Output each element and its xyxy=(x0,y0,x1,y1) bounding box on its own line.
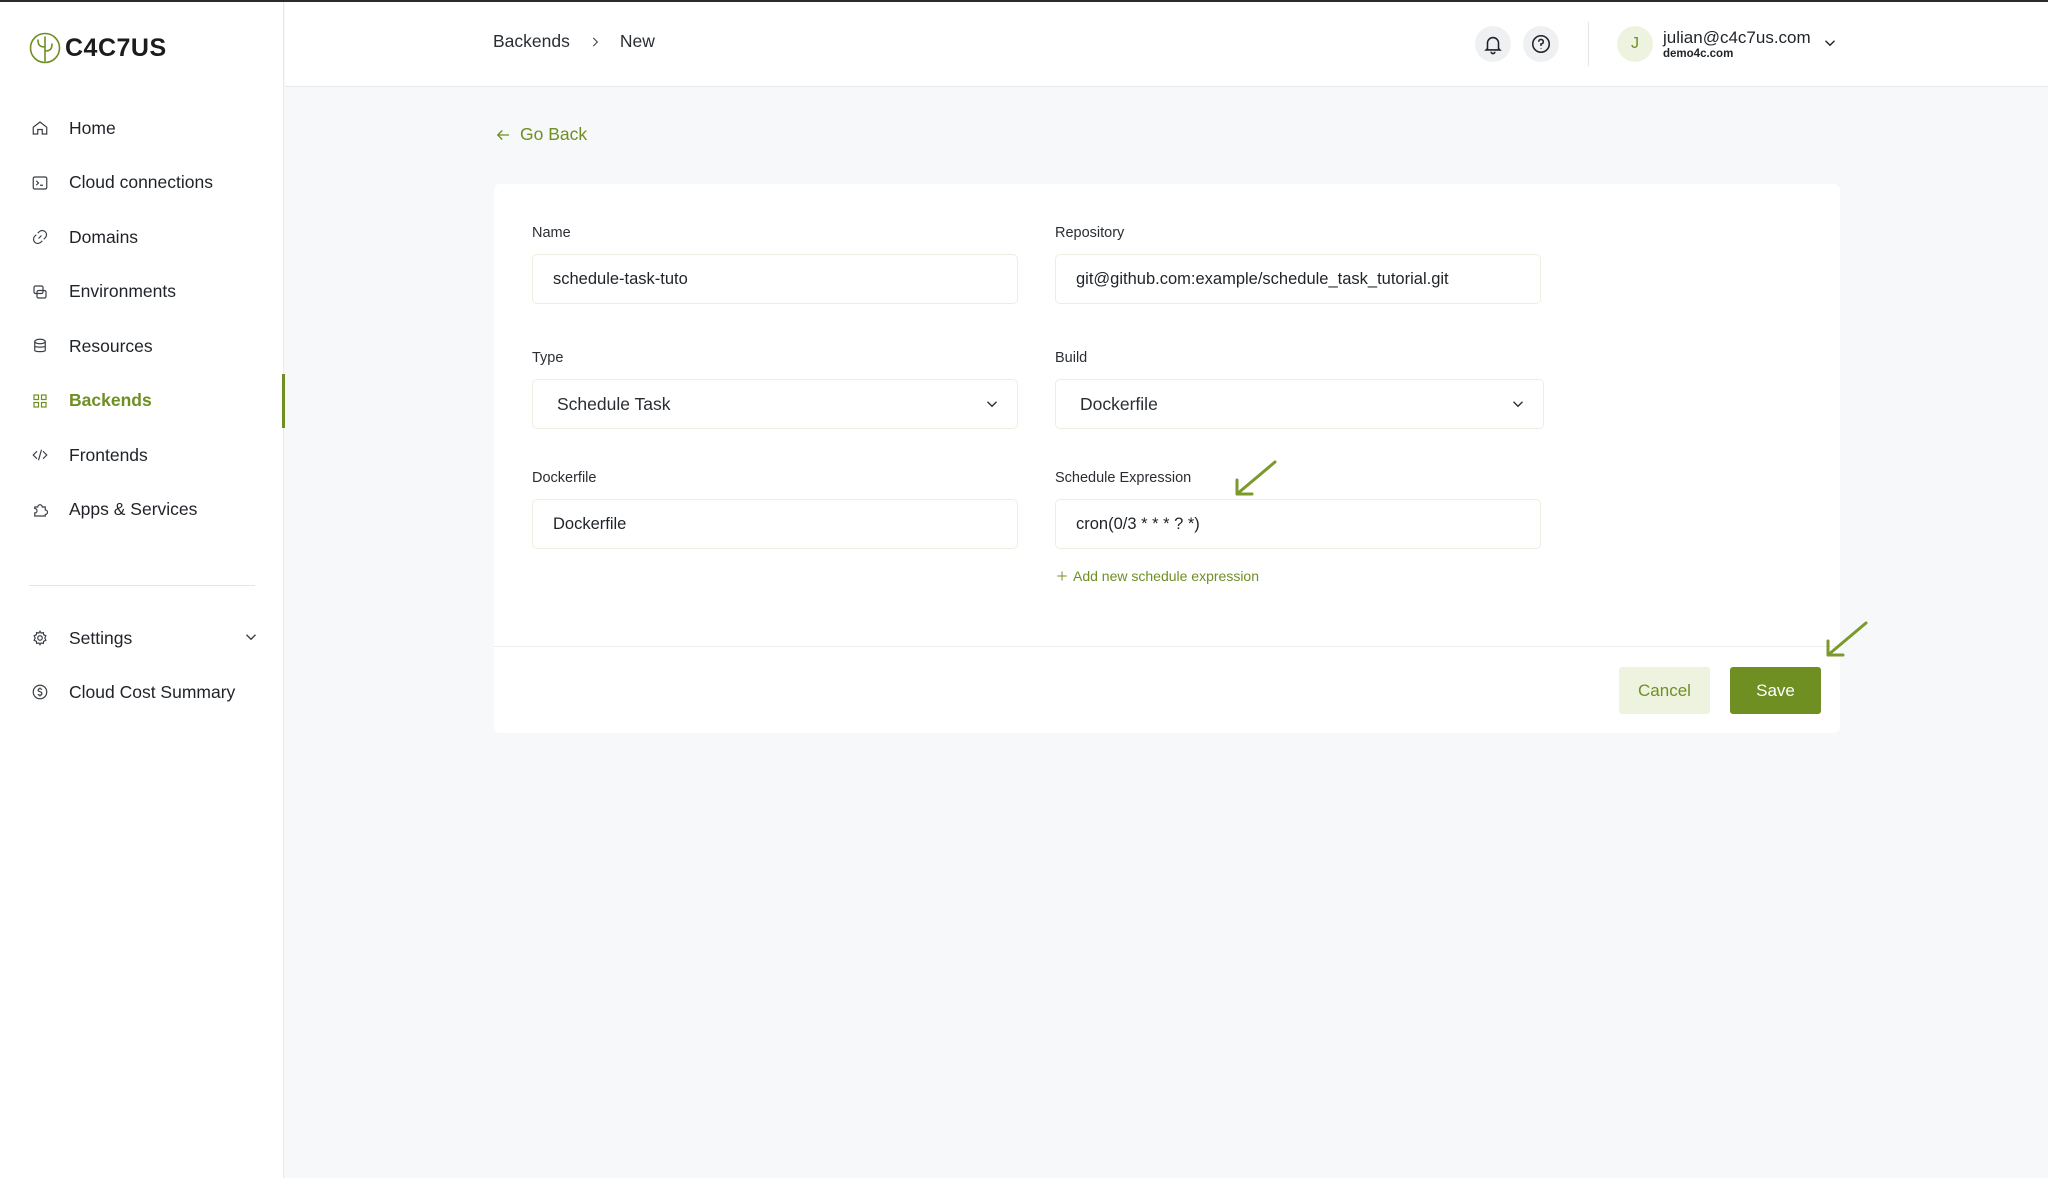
name-label: Name xyxy=(532,225,571,241)
dockerfile-label: Dockerfile xyxy=(532,470,597,486)
link-icon xyxy=(30,227,50,247)
annotation-arrow-icon xyxy=(1231,458,1279,505)
sidebar-item-label: Cloud connections xyxy=(69,172,213,193)
add-schedule-expression-link[interactable]: Add new schedule expression xyxy=(1055,568,1259,584)
home-icon xyxy=(30,118,50,138)
sidebar-nav: Home Cloud connections Domains Environme… xyxy=(0,101,285,538)
build-label: Build xyxy=(1055,350,1088,366)
add-schedule-expression-label: Add new schedule expression xyxy=(1073,568,1260,584)
schedule-expression-input[interactable] xyxy=(1055,499,1541,549)
sidebar-item-apps-services[interactable]: Apps & Services xyxy=(0,483,284,538)
sidebar-secondary-nav: Settings Cloud Cost Summary xyxy=(0,611,284,719)
type-label: Type xyxy=(532,350,564,366)
sidebar-item-label: Environments xyxy=(69,281,176,302)
user-email: julian@c4c7us.com xyxy=(1663,28,1811,47)
chevron-down-icon xyxy=(1509,395,1529,415)
sidebar-item-label: Backends xyxy=(69,390,152,411)
notifications-button[interactable] xyxy=(1475,26,1511,62)
gear-icon xyxy=(30,628,50,648)
type-select[interactable]: Schedule Task xyxy=(532,379,1018,429)
chevron-down-icon[interactable] xyxy=(1821,34,1841,54)
build-select-value: Dockerfile xyxy=(1080,393,1158,414)
annotation-arrow-icon xyxy=(1822,619,1870,666)
build-select[interactable]: Dockerfile xyxy=(1055,379,1544,429)
cancel-button[interactable]: Cancel xyxy=(1619,667,1710,714)
code-icon xyxy=(30,445,50,465)
card-footer-divider xyxy=(494,646,1840,647)
sidebar-divider xyxy=(29,585,255,586)
environments-icon xyxy=(30,282,50,302)
arrow-left-icon xyxy=(496,129,509,140)
sidebar-item-cloud-cost-summary[interactable]: Cloud Cost Summary xyxy=(0,665,284,719)
go-back-link[interactable]: Go Back xyxy=(494,124,587,145)
repository-input[interactable] xyxy=(1055,254,1541,304)
sidebar-item-resources[interactable]: Resources xyxy=(0,319,284,374)
name-input[interactable] xyxy=(532,254,1018,304)
logo[interactable]: C4C7US xyxy=(28,30,167,66)
puzzle-icon xyxy=(30,500,50,520)
chevron-down-icon xyxy=(983,395,1003,415)
database-icon xyxy=(30,336,50,356)
sidebar-item-frontends[interactable]: Frontends xyxy=(0,428,284,483)
sidebar-item-label: Apps & Services xyxy=(69,499,198,520)
logo-text: C4C7US xyxy=(65,33,167,62)
question-circle-icon xyxy=(1531,34,1551,54)
sidebar-item-home[interactable]: Home xyxy=(0,101,284,156)
go-back-label: Go Back xyxy=(520,124,588,144)
backend-form-card: Name Repository Type Schedule Task Build… xyxy=(494,184,1868,733)
schedule-expression-label: Schedule Expression xyxy=(1055,470,1192,486)
bell-icon xyxy=(1484,36,1502,55)
type-select-value: Schedule Task xyxy=(557,393,671,414)
breadcrumb-backends[interactable]: Backends xyxy=(493,31,570,52)
chevron-down-icon[interactable] xyxy=(242,628,262,648)
repository-label: Repository xyxy=(1055,225,1125,241)
sidebar-item-environments[interactable]: Environments xyxy=(0,265,284,320)
dollar-circle-icon xyxy=(30,682,50,702)
header-divider xyxy=(1588,22,1589,66)
dockerfile-input[interactable] xyxy=(532,499,1018,549)
chevron-right-icon xyxy=(586,33,604,51)
sidebar-item-backends[interactable]: Backends xyxy=(0,373,285,429)
avatar[interactable]: J xyxy=(1617,26,1653,62)
sidebar-item-cloud-connections[interactable]: Cloud connections xyxy=(0,156,284,211)
sidebar-item-label: Settings xyxy=(69,627,133,648)
sidebar-item-label: Domains xyxy=(69,226,139,247)
top-header: Backends New J julian@c4c7us.com demo4c.… xyxy=(285,2,2048,87)
save-button[interactable]: Save xyxy=(1730,667,1821,714)
help-button[interactable] xyxy=(1523,26,1559,62)
user-organization: demo4c.com xyxy=(1663,48,1734,60)
terminal-icon xyxy=(30,173,50,193)
breadcrumb-new: New xyxy=(619,31,655,51)
sidebar-item-label: Resources xyxy=(69,335,153,356)
sidebar-item-label: Home xyxy=(69,117,116,138)
sidebar-item-label: Cloud Cost Summary xyxy=(69,681,236,702)
sidebar: C4C7US Home Cloud connections Domains En… xyxy=(0,2,285,1178)
grid-icon xyxy=(30,391,50,411)
sidebar-item-label: Frontends xyxy=(69,444,148,465)
breadcrumb: Backends New xyxy=(493,31,655,52)
cactus-logo-icon xyxy=(29,32,61,64)
sidebar-item-settings[interactable]: Settings xyxy=(0,611,284,665)
sidebar-item-domains[interactable]: Domains xyxy=(0,210,284,265)
plus-icon xyxy=(1057,571,1067,581)
